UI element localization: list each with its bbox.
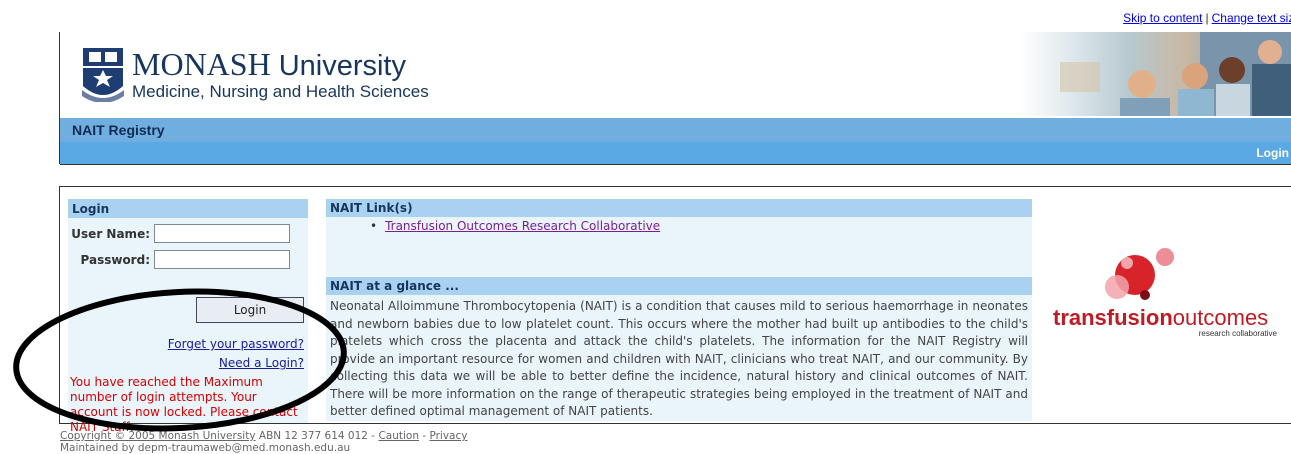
university-name: MONASH University <box>132 46 406 82</box>
list-item: Transfusion Outcomes Research Collaborat… <box>370 219 1032 233</box>
registry-title: NAIT Registry <box>72 122 165 138</box>
maintainer-text: Maintained by depm-traumaweb@med.monash.… <box>60 442 351 454</box>
partner-logo-tagline: research collaborative <box>1198 329 1277 338</box>
password-input[interactable] <box>154 250 290 269</box>
people-photo-icon <box>1060 32 1291 116</box>
title-bar: NAIT Registry <box>60 118 1291 142</box>
nav-login-link[interactable]: Login <box>1256 146 1289 160</box>
footer-line-1: Copyright © 2005 Monash University ABN 1… <box>60 430 467 442</box>
sub-navigation-bar: Login <box>60 142 1291 165</box>
caution-link[interactable]: Caution <box>378 430 419 442</box>
forgot-password-row: Forget your password? <box>168 337 304 351</box>
site-header: MONASH University Medicine, Nursing and … <box>59 32 1291 165</box>
login-panel-heading: Login <box>68 199 308 218</box>
glance-body: Neonatal Alloimmune Thrombocytopenia (NA… <box>330 299 1028 418</box>
footer-dash: - <box>418 430 430 442</box>
login-panel: Login User Name: Password: Login Forget … <box>68 199 308 434</box>
need-login-link[interactable]: Need a Login? <box>219 356 304 370</box>
skip-to-content-link[interactable]: Skip to content <box>1123 11 1202 25</box>
glance-section: NAIT at a glance ... Neonatal Alloimmune… <box>326 277 1032 421</box>
glance-heading: NAIT at a glance ... <box>326 277 1032 295</box>
need-login-row: Need a Login? <box>219 356 304 370</box>
privacy-link[interactable]: Privacy <box>429 430 467 442</box>
partner-logo-word: transfusionoutcomes <box>1053 305 1269 330</box>
transfusion-outcomes-link[interactable]: Transfusion Outcomes Research Collaborat… <box>385 219 660 233</box>
info-panel: NAIT Link(s) Transfusion Outcomes Resear… <box>326 199 1032 421</box>
login-button[interactable]: Login <box>196 297 304 323</box>
lockout-error-message: You have reached the Maximum number of l… <box>70 375 298 434</box>
links-heading: NAIT Link(s) <box>326 199 1032 217</box>
links-list: Transfusion Outcomes Research Collaborat… <box>326 217 1032 277</box>
forgot-password-link[interactable]: Forget your password? <box>168 337 304 351</box>
password-label: Password: <box>80 253 151 267</box>
faculty-name: Medicine, Nursing and Health Sciences <box>132 82 429 101</box>
username-input[interactable] <box>154 224 290 243</box>
header-photo <box>1020 32 1291 116</box>
separator: | <box>1205 11 1209 25</box>
main-content: Login User Name: Password: Login Forget … <box>59 186 1291 434</box>
monash-crest-icon <box>82 48 124 102</box>
footer: Copyright © 2005 Monash University ABN 1… <box>60 430 467 454</box>
username-label: User Name: <box>71 227 150 241</box>
red-dots-icon <box>1105 248 1174 300</box>
abn-text: ABN 12 377 614 012 - <box>255 430 379 442</box>
transfusion-outcomes-logo[interactable]: transfusionoutcomes research collaborati… <box>1053 247 1283 347</box>
change-text-size-link[interactable]: Change text size <box>1212 11 1291 25</box>
top-utility-links: Skip to content|Change text size <box>1123 11 1291 25</box>
copyright-link[interactable]: Copyright © 2005 Monash University <box>60 430 256 442</box>
